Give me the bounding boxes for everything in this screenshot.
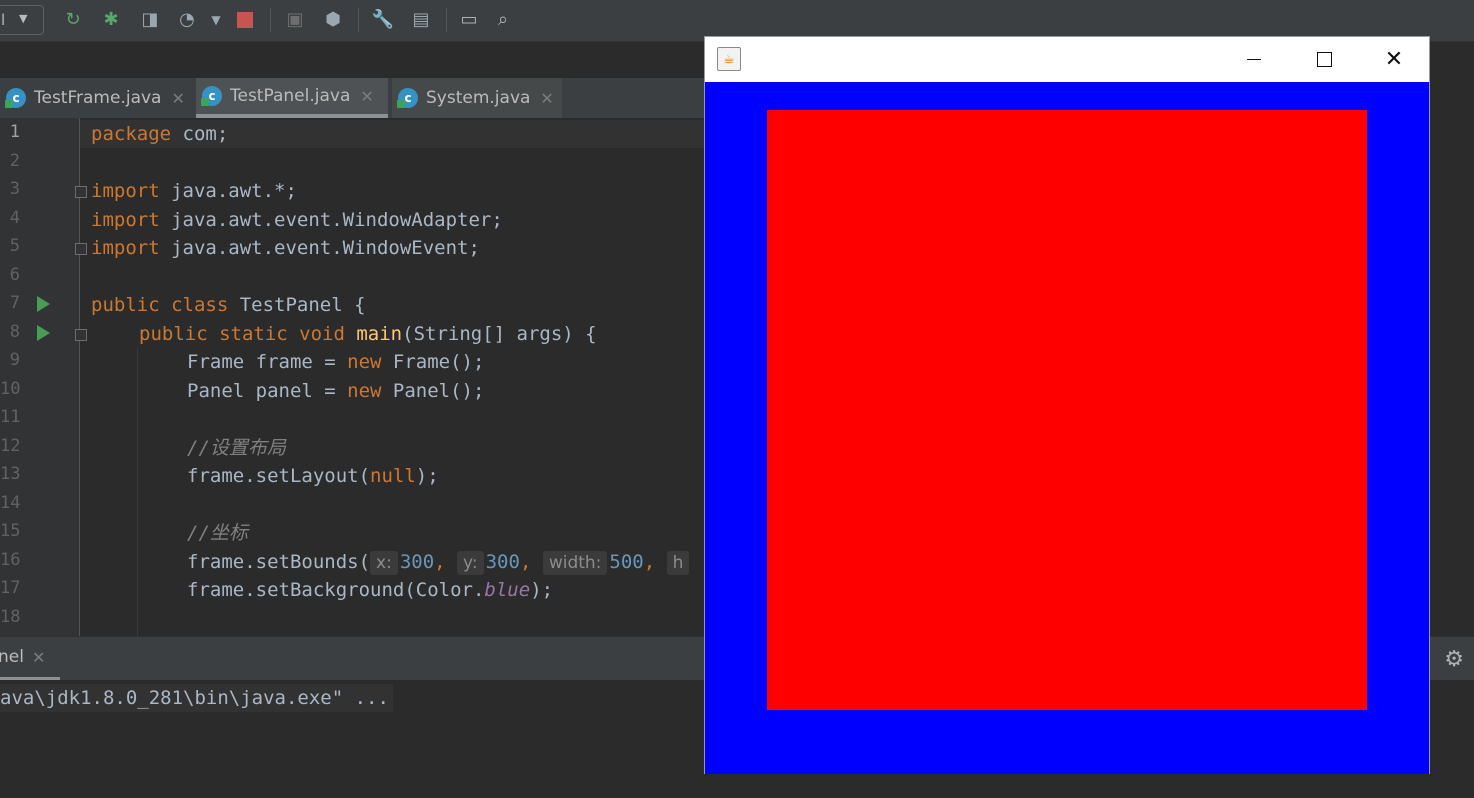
line-number: 16 bbox=[0, 550, 21, 570]
java-class-icon: c bbox=[201, 86, 222, 106]
line-number: 7 bbox=[9, 293, 20, 313]
chevron-down-icon: ▼ bbox=[19, 12, 28, 25]
deploy-icon[interactable]: ⬢ bbox=[320, 7, 346, 33]
tab-testframe-java[interactable]: c TestFrame.java ✕ bbox=[0, 78, 190, 118]
code-line: frame.setLayout(null); bbox=[187, 465, 439, 487]
line-number: 13 bbox=[0, 464, 21, 484]
frame-content-area bbox=[705, 82, 1429, 774]
line-number: 9 bbox=[9, 350, 20, 370]
line-number: 12 bbox=[0, 436, 21, 456]
line-number: 1 bbox=[9, 122, 20, 142]
search-icon[interactable]: ⌕ bbox=[490, 7, 516, 33]
close-icon[interactable]: ✕ bbox=[540, 89, 553, 108]
line-number: 6 bbox=[9, 265, 20, 285]
line-number: 8 bbox=[9, 322, 20, 342]
tab-label: TestFrame.java bbox=[34, 88, 162, 108]
tab-testpanel-java[interactable]: c TestPanel.java ✕ bbox=[196, 78, 388, 118]
code-line: import java.awt.event.WindowAdapter; bbox=[91, 209, 503, 231]
close-button[interactable]: ✕ bbox=[1359, 37, 1429, 82]
fold-marker-icon[interactable] bbox=[75, 186, 87, 198]
toolbar-separator bbox=[446, 8, 447, 32]
maximize-icon bbox=[1316, 52, 1332, 67]
run-panel-tab-label: nel bbox=[0, 647, 24, 667]
code-editor[interactable]: 1 2 3 4 5 6 7 8 9 10 11 12 13 14 15 16 1… bbox=[0, 118, 704, 636]
fold-marker-icon[interactable] bbox=[75, 329, 87, 341]
close-icon[interactable]: ✕ bbox=[171, 89, 184, 108]
close-icon[interactable]: ✕ bbox=[32, 648, 45, 667]
maximize-button[interactable] bbox=[1289, 37, 1359, 82]
code-line: frame.setBackground(Color.blue); bbox=[187, 579, 554, 601]
code-line: //坐标 bbox=[187, 522, 248, 544]
gear-icon[interactable]: ⚙ bbox=[1444, 647, 1464, 672]
window-titlebar[interactable]: ☕ ✕ bbox=[705, 37, 1429, 82]
java-class-icon: c bbox=[397, 88, 418, 108]
code-line: Frame frame = new Frame(); bbox=[187, 351, 485, 373]
rerun-icon[interactable]: ↻ bbox=[60, 7, 86, 33]
run-configuration-dropdown[interactable]: l ▼ bbox=[0, 5, 44, 35]
line-number: 5 bbox=[9, 236, 20, 256]
minimize-icon bbox=[1247, 59, 1261, 60]
parameter-hint: y: bbox=[457, 551, 484, 575]
line-number: 18 bbox=[0, 607, 21, 627]
run-configuration-label: l bbox=[1, 11, 6, 29]
close-icon: ✕ bbox=[1384, 47, 1404, 72]
line-number: 10 bbox=[0, 379, 21, 399]
terminal-icon[interactable]: ▭ bbox=[456, 7, 482, 33]
java-app-icon: ☕ bbox=[717, 47, 741, 71]
tab-system-java[interactable]: c System.java ✕ bbox=[392, 78, 562, 118]
line-number: 11 bbox=[0, 407, 21, 427]
tab-label: System.java bbox=[426, 88, 531, 108]
code-line: import java.awt.event.WindowEvent; bbox=[91, 237, 480, 259]
build-icon[interactable]: ▣ bbox=[282, 7, 308, 33]
red-panel bbox=[767, 110, 1367, 710]
indent-guide bbox=[137, 348, 138, 636]
stop-icon[interactable] bbox=[232, 7, 258, 33]
code-line: import java.awt.*; bbox=[91, 180, 297, 202]
editor-tab-bar: c TestFrame.java ✕ c TestPanel.java ✕ c … bbox=[0, 78, 704, 118]
debug-icon[interactable]: ✱ bbox=[98, 7, 124, 33]
coverage-icon[interactable]: ◨ bbox=[137, 7, 163, 33]
close-icon[interactable]: ✕ bbox=[360, 87, 373, 106]
parameter-hint: width: bbox=[542, 551, 608, 575]
line-number: 4 bbox=[9, 208, 20, 228]
code-line: //设置布局 bbox=[187, 437, 286, 459]
run-gutter-icon[interactable] bbox=[37, 325, 50, 341]
line-number: 2 bbox=[9, 151, 20, 171]
toolbar-separator bbox=[358, 8, 359, 32]
console-output-line: ava\jdk1.8.0_281\bin\java.exe" ... bbox=[0, 684, 393, 712]
run-gutter-icon[interactable] bbox=[37, 296, 50, 312]
minimize-button[interactable] bbox=[1219, 37, 1289, 82]
code-line: Panel panel = new Panel(); bbox=[187, 380, 485, 402]
project-structure-icon[interactable]: ▤ bbox=[408, 7, 434, 33]
wrench-icon[interactable]: 🔧 bbox=[370, 7, 396, 33]
line-number: 17 bbox=[0, 578, 21, 598]
code-line: public class TestPanel { bbox=[91, 294, 366, 316]
profile-icon[interactable]: ◔ bbox=[174, 7, 200, 33]
chevron-down-icon[interactable]: ▼ bbox=[203, 7, 229, 33]
fold-marker-icon[interactable] bbox=[75, 243, 87, 255]
code-line: frame.setBounds(x: 300, y: 300, width: 500,… bbox=[187, 548, 691, 576]
parameter-hint: x: bbox=[370, 551, 398, 575]
run-panel-tab[interactable]: nel ✕ bbox=[0, 637, 60, 681]
java-class-icon: c bbox=[5, 88, 26, 108]
parameter-hint: h bbox=[666, 551, 690, 575]
code-line: package com; bbox=[91, 123, 229, 145]
line-number: 3 bbox=[9, 179, 20, 199]
awt-frame-window[interactable]: ☕ ✕ bbox=[704, 36, 1430, 774]
code-line: public static void main(String[] args) { bbox=[139, 323, 597, 345]
line-number: 14 bbox=[0, 493, 21, 513]
tab-label: TestPanel.java bbox=[230, 86, 351, 106]
toolbar-separator bbox=[270, 8, 271, 32]
line-number: 15 bbox=[0, 521, 21, 541]
